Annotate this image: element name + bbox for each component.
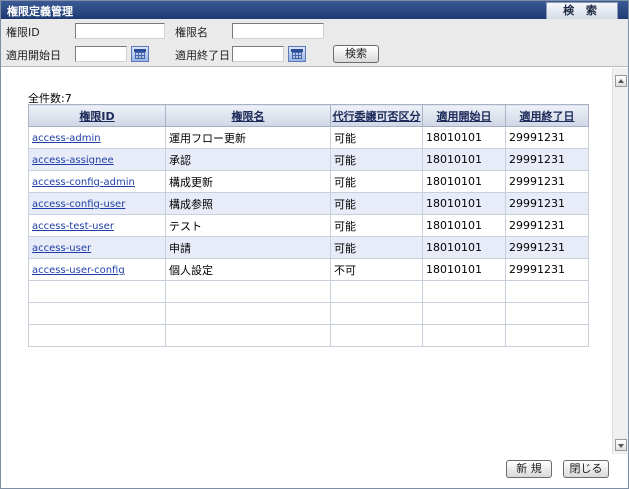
authority-name-input[interactable] — [232, 23, 324, 39]
empty-row — [28, 302, 589, 325]
start-date-cell: 18010101 — [422, 192, 506, 215]
authority-name-cell: 構成参照 — [165, 192, 331, 215]
authority-name-cell: 承認 — [165, 148, 331, 171]
start-date-cell: 18010101 — [422, 236, 506, 259]
table-row: access-test-user テスト 可能 18010101 2999123… — [28, 214, 589, 237]
authority-id-link[interactable]: access-admin — [32, 133, 101, 144]
authority-id-link[interactable]: access-config-admin — [32, 177, 135, 188]
new-button[interactable]: 新 規 — [506, 460, 552, 478]
authority-id-link[interactable]: access-assignee — [32, 155, 114, 166]
column-header-start-date[interactable]: 適用開始日 — [422, 104, 506, 127]
start-date-cell: 18010101 — [422, 126, 506, 149]
authority-name-label: 権限名 — [175, 26, 208, 39]
end-date-label: 適用終了日 — [175, 49, 230, 62]
authority-id-input[interactable] — [75, 23, 165, 39]
end-date-cell: 29991231 — [505, 170, 589, 193]
tab-search[interactable]: 検 索 — [546, 2, 618, 19]
delegation-cell: 可能 — [330, 236, 423, 259]
column-header-delegation[interactable]: 代行委譲可否区分 — [330, 104, 423, 127]
end-date-input[interactable] — [232, 46, 284, 62]
end-date-cell: 29991231 — [505, 258, 589, 281]
close-button[interactable]: 閉じる — [563, 460, 609, 478]
table-row: access-admin 運用フロー更新 可能 18010101 2999123… — [28, 126, 589, 149]
table-row: access-config-admin 構成更新 可能 18010101 299… — [28, 170, 589, 193]
empty-row — [28, 280, 589, 303]
authority-id-link[interactable]: access-user-config — [32, 265, 125, 276]
scroll-up-icon[interactable] — [615, 75, 627, 87]
delegation-cell: 可能 — [330, 126, 423, 149]
end-date-cell: 29991231 — [505, 192, 589, 215]
authority-name-cell: 申請 — [165, 236, 331, 259]
column-header-authority-id[interactable]: 権限ID — [28, 104, 166, 127]
start-date-cell: 18010101 — [422, 170, 506, 193]
search-panel: 権限ID 権限名 適用開始日 適用終了日 検索 — [1, 19, 628, 67]
column-header-authority-name[interactable]: 権限名 — [165, 104, 331, 127]
end-date-cell: 29991231 — [505, 236, 589, 259]
delegation-cell: 可能 — [330, 214, 423, 237]
start-date-input[interactable] — [75, 46, 127, 62]
scroll-down-icon[interactable] — [615, 439, 627, 451]
start-date-cell: 18010101 — [422, 214, 506, 237]
authority-name-cell: 運用フロー更新 — [165, 126, 331, 149]
authority-name-cell: 個人設定 — [165, 258, 331, 281]
delegation-cell: 可能 — [330, 148, 423, 171]
table-row: access-user 申請 可能 18010101 29991231 — [28, 236, 589, 259]
end-date-cell: 29991231 — [505, 214, 589, 237]
end-date-cell: 29991231 — [505, 126, 589, 149]
table-header-row: 権限ID 権限名 代行委譲可否区分 適用開始日 適用終了日 — [28, 104, 589, 127]
authority-id-link[interactable]: access-user — [32, 243, 91, 254]
authority-id-link[interactable]: access-test-user — [32, 221, 114, 232]
start-date-cell: 18010101 — [422, 148, 506, 171]
empty-row — [28, 324, 589, 347]
search-button[interactable]: 検索 — [333, 45, 379, 63]
delegation-cell: 不可 — [330, 258, 423, 281]
vertical-scrollbar[interactable] — [612, 68, 628, 454]
calendar-icon[interactable] — [131, 46, 149, 62]
title-bar: 権限定義管理 検 索 — [1, 1, 628, 19]
table-row: access-assignee 承認 可能 18010101 29991231 — [28, 148, 589, 171]
start-date-cell: 18010101 — [422, 258, 506, 281]
page-title: 権限定義管理 — [7, 5, 73, 18]
calendar-icon[interactable] — [288, 46, 306, 62]
results-table: 権限ID 権限名 代行委譲可否区分 適用開始日 適用終了日 access-adm… — [28, 104, 589, 347]
delegation-cell: 可能 — [330, 192, 423, 215]
authority-id-link[interactable]: access-config-user — [32, 199, 125, 210]
table-row: access-config-user 構成参照 可能 18010101 2999… — [28, 192, 589, 215]
end-date-cell: 29991231 — [505, 148, 589, 171]
authority-name-cell: 構成更新 — [165, 170, 331, 193]
column-header-end-date[interactable]: 適用終了日 — [505, 104, 589, 127]
table-row: access-user-config 個人設定 不可 18010101 2999… — [28, 258, 589, 281]
authority-name-cell: テスト — [165, 214, 331, 237]
delegation-cell: 可能 — [330, 170, 423, 193]
start-date-label: 適用開始日 — [6, 49, 61, 62]
authority-id-label: 権限ID — [6, 26, 40, 39]
